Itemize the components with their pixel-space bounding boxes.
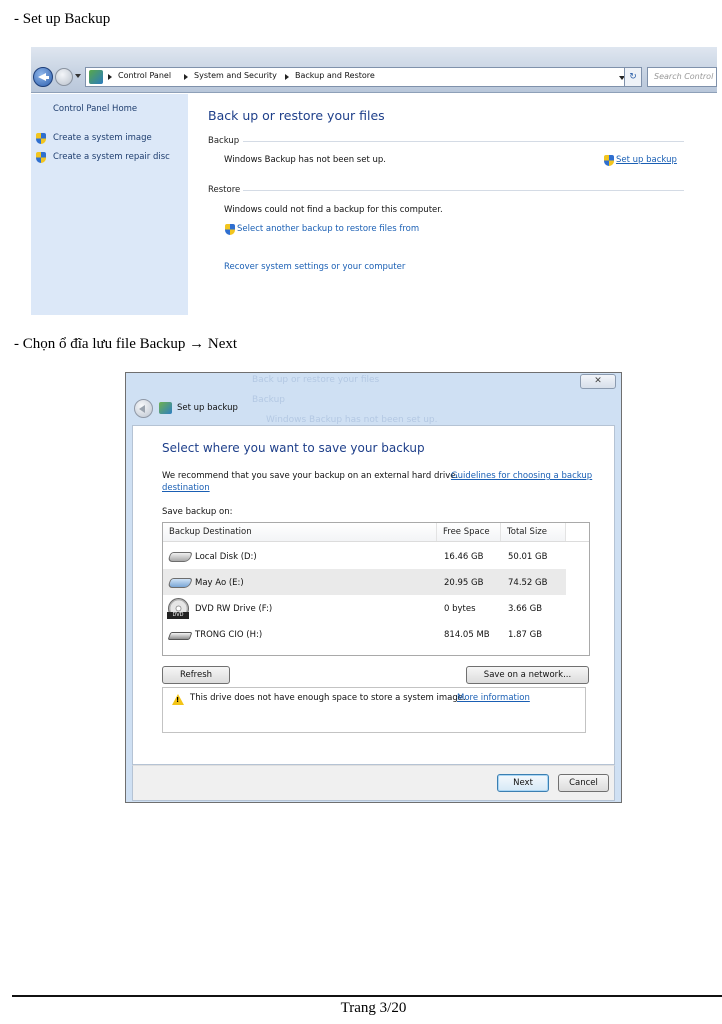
save-on-label: Save backup on: bbox=[162, 507, 233, 517]
drive-free-space: 0 bytes bbox=[444, 604, 476, 614]
back-button[interactable] bbox=[33, 67, 53, 87]
breadcrumb-control-panel[interactable]: Control Panel bbox=[118, 71, 171, 80]
uac-shield-icon bbox=[36, 133, 46, 144]
next-button[interactable]: Next bbox=[497, 774, 549, 792]
dialog-title: Set up backup bbox=[177, 403, 238, 413]
step-heading-choose-drive: - Chọn ổ đĩa lưu file Backup → Next bbox=[14, 336, 238, 352]
dvd-label-icon: DVD bbox=[167, 612, 189, 619]
cancel-button[interactable]: Cancel bbox=[558, 774, 609, 792]
guidelines-link-continued[interactable]: destination bbox=[162, 483, 210, 493]
page-title: Back up or restore your files bbox=[208, 108, 385, 123]
dialog-content: Select where you want to save your backu… bbox=[132, 425, 615, 765]
divider bbox=[243, 141, 684, 142]
sidebar-link-system-image[interactable]: Create a system image bbox=[53, 133, 152, 143]
uac-shield-icon bbox=[225, 224, 235, 235]
backup-restore-window: Control Panel System and Security Backup… bbox=[31, 47, 717, 315]
warning-box: This drive does not have enough space to… bbox=[162, 687, 586, 733]
history-dropdown-icon[interactable] bbox=[75, 74, 81, 78]
divider bbox=[163, 541, 589, 542]
background-ghost-text: Back up or restore your files bbox=[252, 375, 380, 385]
recommend-text: We recommend that you save your backup o… bbox=[162, 471, 459, 481]
scrollbar[interactable] bbox=[566, 542, 589, 655]
drive-free-space: 16.46 GB bbox=[444, 552, 484, 562]
back-button[interactable] bbox=[134, 399, 153, 418]
refresh-button[interactable]: Refresh bbox=[162, 666, 230, 684]
dialog-heading: Select where you want to save your backu… bbox=[162, 441, 425, 455]
drive-total-size: 74.52 GB bbox=[508, 578, 548, 588]
guidelines-link[interactable]: Guidelines for choosing a backup bbox=[451, 471, 592, 481]
breadcrumb-backup-restore[interactable]: Backup and Restore bbox=[295, 71, 375, 80]
more-information-link[interactable]: More information bbox=[457, 693, 530, 703]
sidebar-link-repair-disc[interactable]: Create a system repair disc bbox=[53, 152, 170, 162]
hard-drive-icon bbox=[167, 578, 193, 588]
background-ghost-text: Backup bbox=[252, 395, 285, 405]
breadcrumb-system-security[interactable]: System and Security bbox=[194, 71, 277, 80]
uac-shield-icon bbox=[36, 152, 46, 163]
page-number: Trang 3/20 bbox=[340, 1000, 407, 1016]
uac-shield-icon bbox=[604, 155, 614, 166]
warning-icon bbox=[172, 694, 184, 705]
setup-backup-link[interactable]: Set up backup bbox=[616, 155, 677, 165]
drive-total-size: 50.01 GB bbox=[508, 552, 548, 562]
control-panel-icon bbox=[89, 70, 103, 84]
select-another-backup-link[interactable]: Select another backup to restore files f… bbox=[237, 224, 419, 234]
drive-total-size: 3.66 GB bbox=[508, 604, 543, 614]
sidebar: Control Panel Home Create a system image… bbox=[31, 94, 188, 315]
forward-button[interactable] bbox=[55, 68, 73, 86]
breadcrumb-arrow-icon bbox=[184, 74, 188, 80]
sidebar-home-link[interactable]: Control Panel Home bbox=[53, 104, 137, 114]
recover-system-link[interactable]: Recover system settings or your computer bbox=[224, 262, 405, 272]
drive-table: Backup Destination Free Space Total Size… bbox=[162, 522, 590, 656]
restore-status-text: Windows could not find a backup for this… bbox=[224, 205, 443, 215]
drive-total-size: 1.87 GB bbox=[508, 630, 543, 640]
drive-free-space: 20.95 GB bbox=[444, 578, 484, 588]
breadcrumb-arrow-icon bbox=[285, 74, 289, 80]
step-heading-setup-backup: - Set up Backup bbox=[14, 11, 111, 27]
breadcrumb-arrow-icon bbox=[108, 74, 112, 80]
drive-name: May Ao (E:) bbox=[195, 578, 244, 588]
backup-icon bbox=[159, 402, 172, 414]
column-header-free-space[interactable]: Free Space bbox=[437, 523, 501, 541]
dialog-footer: Next Cancel bbox=[132, 765, 615, 801]
table-row[interactable]: May Ao (E:) 20.95 GB 74.52 GB bbox=[163, 569, 566, 595]
usb-drive-icon bbox=[167, 632, 193, 640]
setup-backup-dialog: Back up or restore your files Backup Win… bbox=[125, 372, 622, 803]
drive-name: DVD RW Drive (F:) bbox=[195, 604, 273, 614]
hard-drive-icon bbox=[167, 552, 193, 562]
drive-name: Local Disk (D:) bbox=[195, 552, 257, 562]
restore-group-label: Restore bbox=[208, 185, 241, 195]
address-toolbar: Control Panel System and Security Backup… bbox=[31, 47, 717, 93]
table-row[interactable]: TRONG CIO (H:) 814.05 MB 1.87 GB bbox=[163, 621, 566, 647]
footer-divider bbox=[12, 995, 722, 997]
column-header-destination[interactable]: Backup Destination bbox=[163, 523, 437, 541]
table-row[interactable]: DVD DVD RW Drive (F:) 0 bytes 3.66 GB bbox=[163, 595, 566, 621]
column-header-total-size[interactable]: Total Size bbox=[501, 523, 566, 541]
search-input[interactable]: Search Control Panel bbox=[647, 67, 717, 87]
refresh-icon[interactable]: ↻ bbox=[624, 67, 642, 87]
divider bbox=[243, 190, 684, 191]
table-row[interactable]: Local Disk (D:) 16.46 GB 50.01 GB bbox=[163, 543, 566, 569]
close-button[interactable]: ✕ bbox=[580, 374, 616, 389]
warning-text: This drive does not have enough space to… bbox=[190, 693, 466, 703]
backup-status-text: Windows Backup has not been set up. bbox=[224, 155, 386, 165]
background-ghost-text: Windows Backup has not been set up. bbox=[266, 415, 438, 425]
drive-free-space: 814.05 MB bbox=[444, 630, 490, 640]
backup-group-label: Backup bbox=[208, 136, 240, 146]
address-box[interactable]: Control Panel System and Security Backup… bbox=[85, 67, 642, 87]
save-on-network-button[interactable]: Save on a network... bbox=[466, 666, 589, 684]
drive-name: TRONG CIO (H:) bbox=[195, 630, 263, 640]
